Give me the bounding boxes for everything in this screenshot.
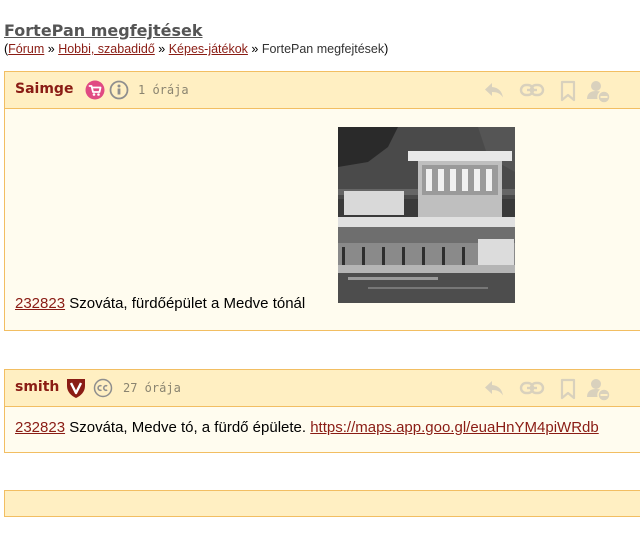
post-body: 232823 Szováta, Medve tó, a fürdő épület…: [5, 407, 640, 452]
reply-icon[interactable]: [483, 80, 505, 100]
post-caption: Szováta, fürdőépület a Medve tónál: [65, 295, 306, 312]
post-time: 1 órája: [138, 83, 189, 97]
breadcrumb-kepes-jatekok[interactable]: Képes-játékok: [169, 42, 248, 56]
bookmark-icon[interactable]: [559, 80, 577, 102]
breadcrumb-sep: »: [44, 42, 59, 56]
bookmark-icon[interactable]: [559, 378, 577, 400]
post-time: 27 órája: [123, 381, 181, 395]
next-post-header: [4, 490, 640, 517]
cc-icon: [93, 378, 113, 402]
post-smith: smith 27 órája 232823 Szováta, Medve tó,…: [4, 369, 640, 453]
breadcrumb-sep: »: [247, 42, 262, 56]
page-title[interactable]: FortePan megfejtések: [4, 22, 388, 40]
post-author[interactable]: smith: [15, 379, 59, 395]
post-header: Saimge 1 órája: [5, 72, 640, 109]
post-photo[interactable]: [338, 127, 515, 303]
user-block-icon[interactable]: [587, 80, 611, 104]
breadcrumb-forum[interactable]: Fórum: [8, 42, 44, 56]
cart-badge-icon: [85, 80, 105, 104]
post-saimge: Saimge 1 órája 232823 Szováta, fürdőépül…: [4, 71, 640, 331]
post-text: 232823 Szováta, fürdőépület a Medve tóná…: [15, 295, 305, 312]
post-header: smith 27 órája: [5, 370, 640, 407]
post-text: 232823 Szováta, Medve tó, a fürdő épület…: [15, 419, 599, 436]
info-icon[interactable]: [109, 80, 129, 104]
reply-icon[interactable]: [483, 378, 505, 398]
link-icon[interactable]: [519, 80, 545, 100]
breadcrumb-sep: »: [154, 42, 169, 56]
maps-link[interactable]: https://maps.app.goo.gl/euaHnYM4piWRdb: [310, 419, 599, 436]
photo-id-link[interactable]: 232823: [15, 295, 65, 312]
link-icon[interactable]: [519, 378, 545, 398]
breadcrumb: (Fórum » Hobbi, szabadidő » Képes-játéko…: [4, 41, 388, 57]
breadcrumb-close: ): [384, 42, 389, 56]
post-author[interactable]: Saimge: [15, 81, 73, 97]
page-header: FortePan megfejtések (Fórum » Hobbi, sza…: [4, 22, 388, 57]
breadcrumb-hobbi[interactable]: Hobbi, szabadidő: [58, 42, 155, 56]
user-block-icon[interactable]: [587, 378, 611, 402]
post-caption: Szováta, Medve tó, a fürdő épülete.: [65, 419, 311, 436]
breadcrumb-current: FortePan megfejtések: [261, 42, 385, 56]
post-body: 232823 Szováta, fürdőépület a Medve tóná…: [5, 109, 640, 330]
photo-id-link[interactable]: 232823: [15, 419, 65, 436]
v-shield-icon: [65, 377, 87, 403]
